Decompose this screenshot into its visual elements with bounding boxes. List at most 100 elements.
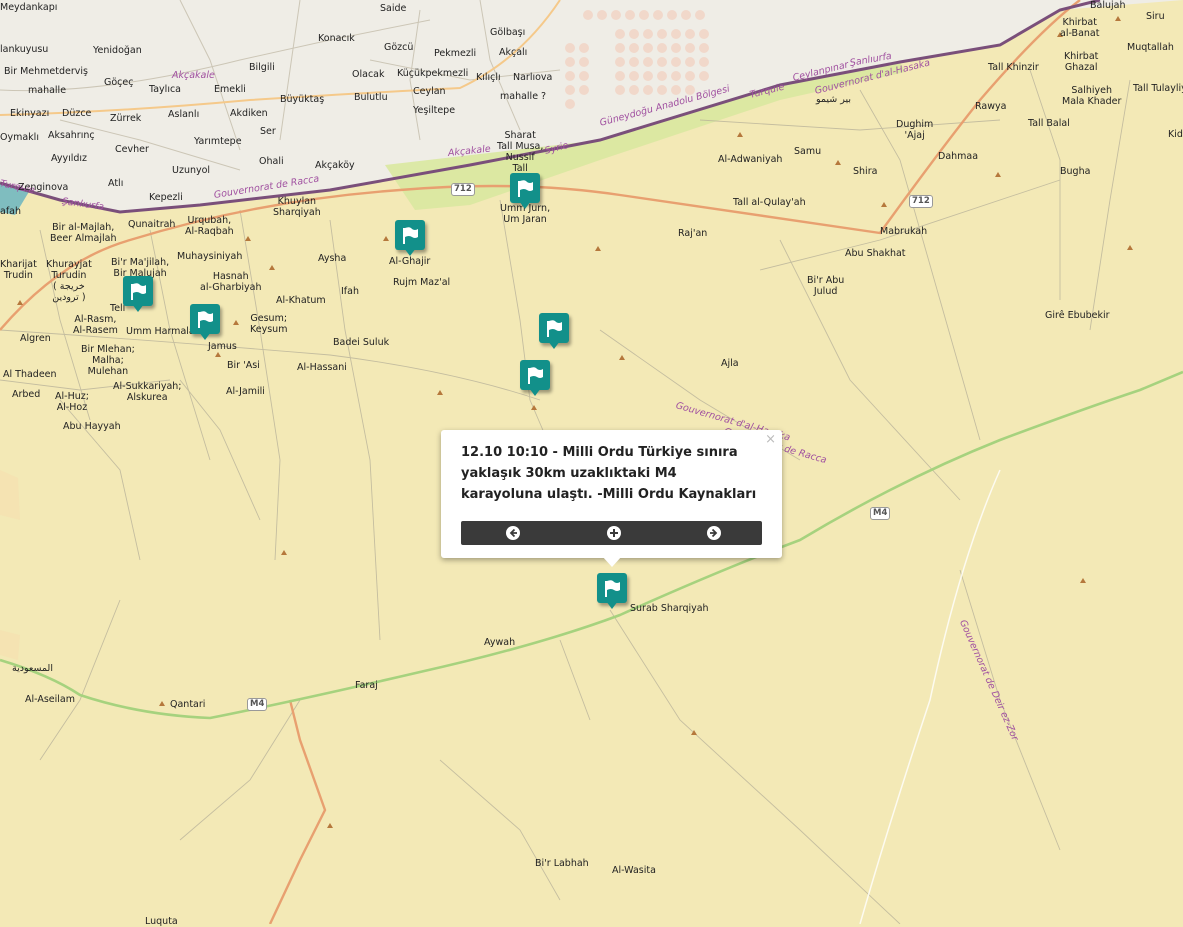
place-label: Kharijat Trudin [0,259,37,281]
place-label: Qantari [170,699,206,710]
road-shield-712: 712 [909,195,933,208]
place-label: Al-Wasita [612,865,656,876]
place-label: Gesum; Keysum [250,313,288,335]
marker-al-ghajir[interactable] [395,220,425,258]
place-label: Yeşiltepe [413,105,456,116]
place-label: Umm Harmala [126,326,195,337]
place-label: Surab Sharqiyah [630,603,709,614]
place-label: lankuyusu [0,44,49,55]
place-label: Akdiken [230,108,268,119]
place-label: Sharat Tall Musa, Nussif Tall [497,130,544,174]
place-label: Göçeç [104,77,134,88]
place-label: Tall Tulayliy [1133,83,1183,94]
place-label: Qunaitrah [128,219,176,230]
place-label: Pekmezli [434,48,477,59]
arrow-left-icon [506,526,520,540]
place-label: Tall Balal [1028,118,1070,129]
place-label: Bir Mehmetderviş [4,66,88,77]
place-label: Rawya [975,101,1007,112]
place-label: Shira [853,166,878,177]
map-canvas[interactable]: 712 712 M4 M4 Akçakale Şanlıurfa Gouvern… [0,0,1183,927]
place-label: Dahmaa [938,151,979,162]
place-label: Saide [380,3,407,14]
place-label: Bulutlu [354,92,388,103]
place-label: Luquta [145,916,178,927]
place-label: Siru [1146,11,1165,22]
place-label: Gözcü [384,42,414,53]
place-label: Al-Aseilam [25,694,76,705]
flag-icon [528,367,543,384]
place-label: Tall al-Qulay'ah [733,197,806,208]
place-label: Hasnah al-Gharbiyah [200,271,262,293]
place-label: Atlı [108,178,124,189]
place-label: Bilgili [249,62,275,73]
place-label: Ser [260,126,276,137]
previous-button[interactable] [505,525,521,541]
place-label: Mabrukah [880,226,928,237]
place-label: Raj'an [678,228,708,239]
flag-icon [198,311,213,328]
place-label: Bi'r Labhah [535,858,589,869]
place-label: Bir 'Asi [227,360,260,371]
road-shield-712: 712 [451,183,475,196]
marker-surab-sharqiyah[interactable] [597,573,627,611]
place-label: Al Thadeen [3,369,57,380]
place-label: Al-Adwaniyah [718,154,783,165]
place-label: Rujm Maz'al [393,277,451,288]
popup-arrow [602,556,622,567]
place-label: Yenidoğan [93,45,142,56]
place-label: Urqubah, Al-Raqbah [185,215,234,237]
place-label: Ifah [341,286,359,297]
road-shield-m4: M4 [247,698,268,711]
place-label: Ceylan [413,86,446,97]
place-label: Zenginova [18,182,69,193]
place-label: Khurayjat Turudin ( خريجة ترودين ) [46,259,92,303]
place-label: afah [0,206,22,217]
place-label: Algren [20,333,51,344]
place-label: Arbed [12,389,41,400]
place-label: Jamus [208,341,237,352]
place-label: Bir Mlehan; Malha; Mulehan [81,344,135,377]
place-label: Aslanlı [168,109,200,120]
place-label: Aysha [318,253,347,264]
place-label: Aywah [484,637,516,648]
place-label: Akçaköy [315,160,355,171]
plus-icon [607,526,621,540]
flag-icon [131,283,146,300]
place-label: Dughim 'Ajaj [896,119,934,141]
place-label: Badei Suluk [333,337,390,348]
place-label: Düzce [62,108,92,119]
place-label: Khuylan Sharqiyah [273,196,321,218]
place-label: Bir al-Majlah, Beer Almajlah [50,222,117,244]
marker-jamus[interactable] [190,304,220,342]
border-label: Akçakale [172,70,215,81]
zoom-in-button[interactable] [606,525,622,541]
place-label: Uzunyol [172,165,211,176]
marker-tell[interactable] [123,276,153,314]
marker-umm-jurn[interactable] [510,173,540,211]
place-label: Faraj [355,680,378,691]
place-label: Al-Hassani [297,362,347,373]
place-label: Salhiyeh Mala Khader [1062,85,1122,107]
place-label: Ekinyazı [10,108,50,119]
place-label: Girê Ebubekir [1045,310,1110,321]
popup-text: 12.10 10:10 - Milli Ordu Türkiye sınıra … [461,445,757,502]
next-button[interactable] [706,525,722,541]
place-label: Büyüktaş [280,94,325,105]
place-label: Oymaklı [0,132,39,143]
flag-icon [518,180,533,197]
place-label: Ajla [721,358,739,369]
popup-close-button[interactable]: × [765,432,776,447]
place-label: Khirbat al-Banat [1060,17,1100,39]
place-label: mahalle ? [500,91,547,102]
place-label: Al-Khatum [276,295,326,306]
place-label: Taylıca [149,84,181,95]
place-label: Cevher [115,144,149,155]
marker-east-1[interactable] [539,313,569,351]
place-label: Muhaysiniyah [177,251,243,262]
place-label: Kepezli [149,192,183,203]
road-shield-m4: M4 [870,507,891,520]
marker-east-2[interactable] [520,360,550,398]
place-label: Tall Khinzir [988,62,1039,73]
place-label: Al-Huz; Al-Hoz [55,391,89,413]
